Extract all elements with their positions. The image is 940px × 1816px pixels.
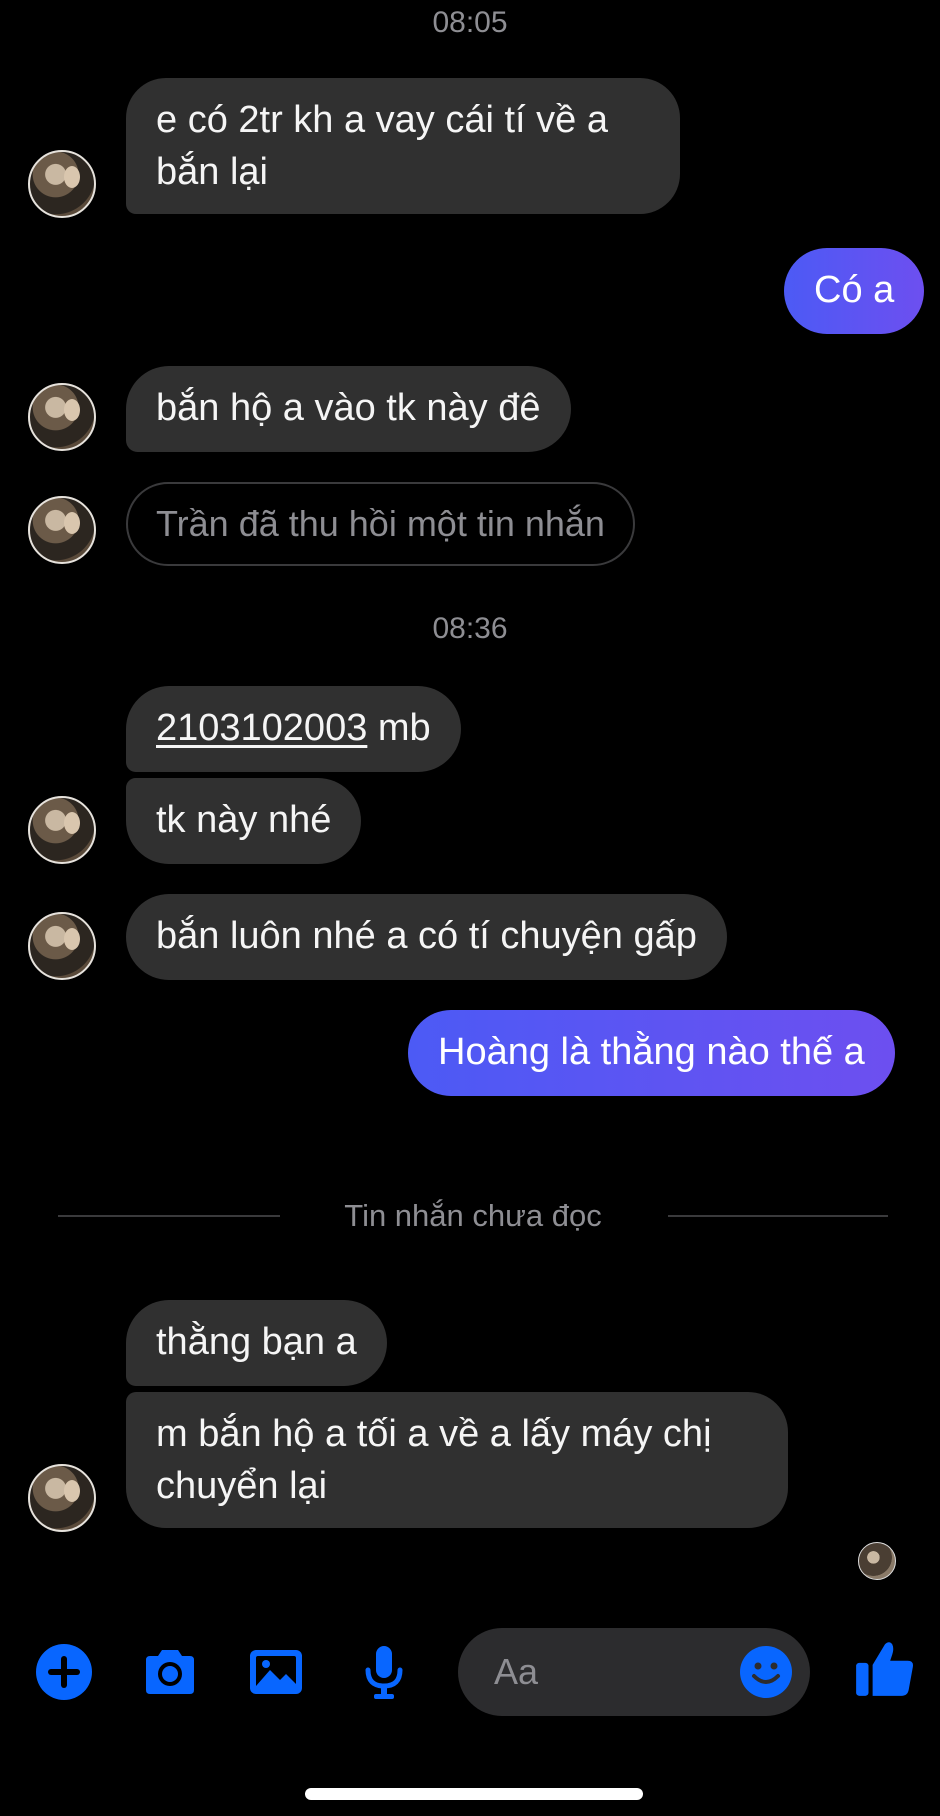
contact-avatar[interactable]	[28, 150, 96, 218]
message-incoming[interactable]: e có 2tr kh a vay cái tí về a bắn lại	[126, 78, 680, 214]
gallery-icon[interactable]	[244, 1640, 308, 1704]
emoji-icon[interactable]	[738, 1644, 794, 1700]
timestamp: 08:05	[432, 6, 508, 39]
message-text: mb	[367, 707, 431, 749]
recalled-message: Trần đã thu hồi một tin nhắn	[126, 482, 635, 566]
like-icon[interactable]	[852, 1636, 918, 1702]
message-incoming[interactable]: bắn hộ a vào tk này đê	[126, 366, 571, 452]
message-incoming[interactable]: bắn luôn nhé a có tí chuyện gấp	[126, 894, 727, 980]
message-incoming[interactable]: 2103102003 mb	[126, 686, 461, 772]
camera-icon[interactable]	[138, 1640, 202, 1704]
message-incoming[interactable]: m bắn hộ a tối a về a lấy máy chị chuyển…	[126, 1392, 788, 1528]
divider-line	[668, 1215, 888, 1217]
message-text: Có a	[814, 269, 895, 311]
message-text: bắn hộ a vào tk này đê	[156, 387, 541, 429]
contact-avatar[interactable]	[28, 383, 96, 451]
message-text: Hoàng là thằng nào thế a	[438, 1031, 865, 1073]
plus-icon[interactable]	[32, 1640, 96, 1704]
message-outgoing[interactable]: Hoàng là thằng nào thế a	[408, 1010, 895, 1096]
message-text: tk này nhé	[156, 799, 332, 841]
contact-avatar[interactable]	[28, 1464, 96, 1532]
account-number-link[interactable]: 2103102003	[156, 707, 367, 749]
message-input-placeholder: Aa	[494, 1651, 539, 1692]
message-text: thằng bạn a	[156, 1321, 357, 1363]
message-text: bắn luôn nhé a có tí chuyện gấp	[156, 915, 697, 957]
message-incoming[interactable]: thằng bạn a	[126, 1300, 387, 1386]
contact-avatar[interactable]	[28, 912, 96, 980]
unread-divider: Tin nhắn chưa đọc	[58, 1196, 888, 1236]
read-receipt-avatar	[858, 1542, 896, 1580]
contact-avatar[interactable]	[28, 496, 96, 564]
message-input[interactable]: Aa	[458, 1628, 810, 1716]
home-indicator	[305, 1788, 643, 1800]
contact-avatar[interactable]	[28, 796, 96, 864]
message-text: e có 2tr kh a vay cái tí về a bắn lại	[156, 99, 608, 193]
message-text: m bắn hộ a tối a về a lấy máy chị chuyển…	[156, 1413, 712, 1507]
microphone-icon[interactable]	[352, 1640, 416, 1704]
message-outgoing[interactable]: Có a	[784, 248, 925, 334]
message-incoming[interactable]: tk này nhé	[126, 778, 362, 864]
recalled-message-text: Trần đã thu hồi một tin nhắn	[156, 503, 605, 544]
timestamp: 08:36	[432, 612, 508, 645]
